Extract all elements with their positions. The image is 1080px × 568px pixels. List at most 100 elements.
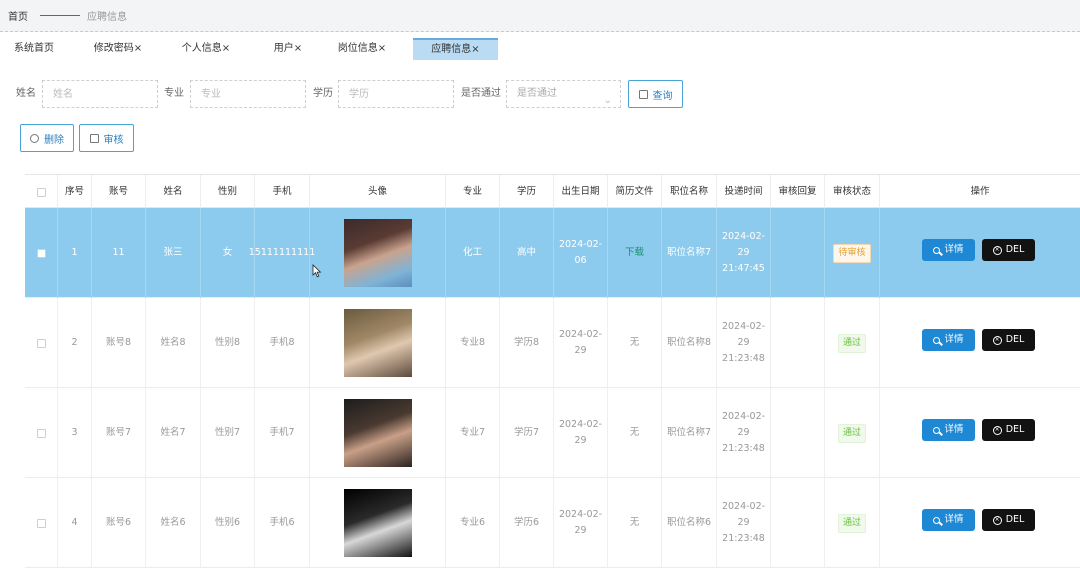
query-button[interactable]: 查询 — [628, 80, 683, 108]
name-label: 姓名 — [16, 88, 36, 99]
actions-cell: 详情 × DEL — [880, 388, 1080, 478]
del-button[interactable]: × DEL — [982, 509, 1035, 531]
major-cell: 专业8 — [446, 298, 500, 388]
resume-value: 无 — [629, 427, 640, 438]
index-cell: 3 — [58, 388, 92, 478]
header-reply: 审核回复 — [771, 175, 825, 209]
resume-download-link[interactable]: 下载 — [625, 245, 644, 261]
gender-cell: 性别6 — [201, 478, 255, 568]
status-cell: 通过 — [825, 478, 880, 568]
resume-cell: 下载 — [608, 208, 662, 298]
del-button-label: DEL — [1005, 334, 1025, 345]
tab-change-password[interactable]: 修改密码× — [84, 38, 152, 60]
time-cell: 2024-02-29 21:23:48 — [717, 388, 771, 478]
index-cell: 4 — [58, 478, 92, 568]
header-gender: 性别 — [201, 175, 255, 209]
audit-button[interactable]: 审核 — [79, 124, 134, 152]
row-checkbox[interactable] — [36, 428, 46, 438]
del-button[interactable]: × DEL — [982, 239, 1035, 261]
header-birth: 出生日期 — [554, 175, 608, 209]
edu-label: 学历 — [313, 88, 333, 99]
status-badge: 通过 — [837, 423, 866, 443]
avatar[interactable] — [343, 219, 412, 287]
header-actions: 操作 — [970, 186, 990, 197]
resume-value: 无 — [629, 337, 640, 348]
close-circle-icon: × — [992, 335, 1002, 345]
detail-button[interactable]: 详情 — [922, 419, 975, 441]
pass-label: 是否通过 — [461, 88, 501, 99]
name-cell: 姓名6 — [146, 478, 201, 568]
tab-personal-info[interactable]: 个人信息× — [172, 38, 240, 60]
del-button-label: DEL — [1005, 514, 1025, 525]
header-phone: 手机 — [255, 175, 310, 209]
status-cell: 待审核 — [825, 208, 880, 298]
audit-button-label: 审核 — [103, 134, 124, 146]
actions-cell: 详情 × DEL — [880, 208, 1080, 298]
edu-cell: 学历7 — [500, 388, 554, 478]
actions-cell: 详情 × DEL — [880, 478, 1080, 568]
search-icon — [933, 516, 941, 524]
major-input[interactable] — [190, 80, 306, 108]
del-button[interactable]: × DEL — [982, 329, 1035, 351]
detail-button-label: 详情 — [944, 514, 964, 525]
detail-button[interactable]: 详情 — [922, 329, 975, 351]
avatar[interactable] — [343, 489, 412, 557]
major-cell: 专业7 — [446, 388, 500, 478]
phone-cell: 15111111111 — [249, 208, 315, 298]
table-row[interactable]: 3 账号7 姓名7 性别7 手机7 专业7 学历7 2024-02-29 无 职位名称7 2024-… — [25, 388, 1080, 478]
resume-cell: 无 — [608, 388, 662, 478]
tab-applications[interactable]: 应聘信息× — [413, 38, 498, 60]
detail-button-label: 详情 — [944, 334, 964, 345]
search-icon — [933, 336, 941, 344]
position-cell: 职位名称7 — [662, 208, 717, 298]
row-checkbox[interactable] — [36, 338, 46, 348]
table-row[interactable]: 1 11 张三女 15111111111 化工 高中 2024-02-06 下载 职位名称7 20… — [25, 208, 1080, 298]
select-all-cell — [25, 175, 58, 209]
edu-cell: 学历6 — [500, 478, 554, 568]
avatar-cell — [310, 388, 446, 478]
detail-button[interactable]: 详情 — [922, 509, 975, 531]
breadcrumb-current: 应聘信息 — [87, 12, 127, 23]
detail-button-label: 详情 — [944, 424, 964, 435]
row-checkbox[interactable] — [36, 248, 46, 258]
header-major: 专业 — [446, 175, 500, 209]
del-button-label: DEL — [1005, 424, 1025, 435]
breadcrumb-home[interactable]: 首页 — [8, 8, 28, 23]
tab-bar: 系统首页 修改密码× 个人信息× 用户× 岗位信息× 应聘信息× — [0, 38, 1080, 60]
status-cell: 通过 — [825, 388, 880, 478]
table-row[interactable]: 4 账号6 姓名6 性别6 手机6 专业6 学历6 2024-02-29 无 职位名称6 2024-… — [25, 478, 1080, 568]
tab-users[interactable]: 用户× — [258, 38, 318, 60]
tab-job-info[interactable]: 岗位信息× — [326, 38, 398, 60]
edu-input[interactable] — [338, 80, 454, 108]
header-resume: 简历文件 — [608, 175, 662, 209]
audit-icon — [89, 133, 99, 143]
header-avatar: 头像 — [310, 175, 446, 209]
table-row[interactable]: 2 账号8 姓名8 性别8 手机8 专业8 学历8 2024-02-29 无 职位名称8 2024-… — [25, 298, 1080, 388]
search-icon — [933, 246, 941, 254]
tab-home[interactable]: 系统首页 — [0, 38, 68, 60]
reply-cell — [771, 208, 825, 298]
delete-button[interactable]: 删除 — [20, 124, 74, 152]
pass-select[interactable]: 是否通过 ⌄ — [506, 80, 621, 108]
name-cell: 姓名7 — [146, 388, 201, 478]
reply-cell — [771, 298, 825, 388]
avatar[interactable] — [343, 399, 412, 467]
delete-button-label: 删除 — [44, 134, 64, 146]
row-checkbox[interactable] — [36, 518, 46, 528]
gender-cell: 性别7 — [201, 388, 255, 478]
account-cell: 账号6 — [92, 478, 146, 568]
avatar-cell — [310, 208, 446, 298]
del-button[interactable]: × DEL — [982, 419, 1035, 441]
name-cell: 张三 — [146, 208, 201, 298]
name-input[interactable] — [42, 80, 158, 108]
avatar[interactable] — [343, 309, 412, 377]
search-bar: 姓名 专业 学历 是否通过 是否通过 ⌄ 查询 — [0, 80, 1080, 110]
major-cell: 专业6 — [446, 478, 500, 568]
delete-icon — [30, 133, 39, 143]
breadcrumb-separator — [40, 15, 80, 16]
select-all-checkbox[interactable] — [36, 187, 46, 197]
header-status: 审核状态 — [825, 175, 880, 209]
header-name: 姓名 — [146, 175, 201, 209]
detail-button[interactable]: 详情 — [922, 239, 975, 261]
status-badge: 待审核 — [833, 243, 871, 263]
